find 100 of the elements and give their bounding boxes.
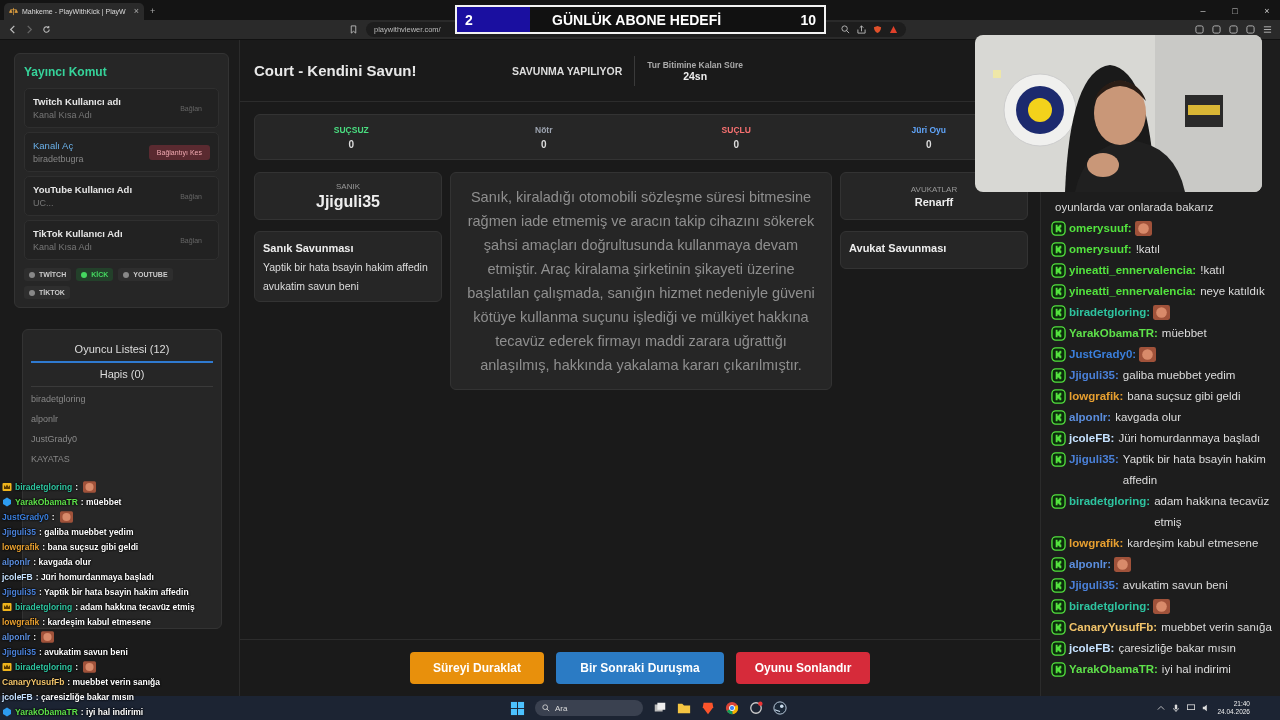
goal-title: GÜNLÜK ABONE HEDEFİ: [551, 11, 723, 28]
shield-icon[interactable]: [873, 25, 882, 34]
defense-statement: Yaptik bir hata bsayin hakim affedin: [263, 262, 429, 273]
chat-text: kardeşim kabul etmesene: [1127, 536, 1260, 551]
action-button[interactable]: Oyunu Sonlandır: [736, 652, 870, 684]
chat-username[interactable]: YarakObamaTR:: [1069, 323, 1158, 344]
chat-text: : Jüri homurdanmaya başladı: [35, 571, 154, 582]
window-control[interactable]: ×: [1254, 2, 1280, 20]
chat-username: alponlr: [2, 556, 31, 567]
chat-username[interactable]: JustGrady0:: [1069, 344, 1137, 365]
player-tab[interactable]: Hapis (0): [31, 363, 213, 387]
chat-username[interactable]: biradetgloring:: [1069, 491, 1151, 512]
folder-icon[interactable]: [677, 701, 691, 715]
chat-username[interactable]: alponlr:: [1069, 554, 1112, 575]
chat-text: : galiba muebbet yedim: [39, 526, 134, 537]
chat-username[interactable]: Jjiguli35:: [1069, 449, 1119, 470]
badge-icon: [1051, 452, 1066, 467]
chat-username: Jjiguli35: [2, 646, 36, 657]
chat-username: biradetgloring: [15, 601, 73, 612]
menu-icon[interactable]: [1263, 25, 1272, 34]
lawyer-name: Renarff: [914, 195, 954, 208]
monitor-icon[interactable]: [1187, 704, 1196, 712]
chat-username[interactable]: YarakObamaTR:: [1069, 659, 1158, 680]
chat-username[interactable]: omerysuuf:: [1069, 239, 1132, 260]
search-field[interactable]: Ara: [535, 700, 643, 716]
badge-icon: [1051, 410, 1066, 425]
badge-icon: [1051, 347, 1066, 362]
close-tab-button[interactable]: ×: [133, 3, 139, 20]
channel-field[interactable]: Kanal Kısa Adı: [33, 110, 133, 120]
share-icon[interactable]: [857, 25, 866, 34]
chat-text: : muebbet verin sanığa: [67, 676, 160, 687]
chat-username[interactable]: yineatti_ennervalencia:: [1069, 260, 1197, 281]
chat-username[interactable]: Jjiguli35:: [1069, 575, 1119, 596]
badge-icon: [1051, 494, 1066, 509]
badge-icon: [1051, 536, 1066, 551]
chat-username[interactable]: yineatti_ennervalencia:: [1069, 281, 1197, 302]
channel-field[interactable]: biradetbugra: [33, 154, 133, 164]
chat-text: :: [51, 511, 55, 522]
chat-text: : müebbet: [80, 496, 122, 507]
search-icon: [542, 704, 550, 712]
badge-icon: [1051, 641, 1066, 656]
steam-icon[interactable]: [773, 701, 787, 715]
page-title: Court - Kendini Savun!: [254, 62, 418, 79]
chat-username[interactable]: lowgrafik:: [1069, 386, 1124, 407]
chat-text: müebbet: [1161, 326, 1208, 341]
timer-value: 24sn: [683, 69, 708, 82]
chat-username[interactable]: lowgrafik:: [1069, 533, 1124, 554]
chat-username: jcoleFB: [2, 571, 33, 582]
reload-icon[interactable]: [42, 25, 51, 34]
timer-label: Tur Bitimine Kalan Süre: [647, 59, 743, 70]
chat-text: : kardeşim kabul etmesene: [42, 616, 151, 627]
badge-icon: [1051, 662, 1066, 677]
chat-text: iyi hal indirimi: [1161, 662, 1232, 677]
task-view-icon[interactable]: [653, 701, 667, 715]
window-control[interactable]: –: [1190, 2, 1216, 20]
app-icon[interactable]: [749, 701, 763, 715]
back-icon[interactable]: [8, 25, 17, 34]
bookmark-icon[interactable]: [349, 25, 358, 34]
lawyers-label: AVUKATLAR: [910, 184, 958, 194]
microphone-icon[interactable]: [1172, 704, 1181, 712]
player-name: JustGrady0: [31, 433, 79, 446]
chat-text: avukatim savun beni: [1122, 578, 1229, 593]
player-tab[interactable]: Oyuncu Listesi (12): [31, 338, 213, 363]
chat-username[interactable]: Jjiguli35:: [1069, 365, 1119, 386]
start-button[interactable]: [510, 700, 525, 716]
triangle-icon[interactable]: [889, 25, 898, 34]
badge-icon: [1051, 578, 1066, 593]
account-label: Twitch Kullanıcı adı: [33, 96, 122, 107]
chat-username[interactable]: jcoleFB:: [1069, 428, 1115, 449]
vote-count: 0: [348, 138, 355, 150]
vote-count: 0: [540, 138, 547, 150]
vote-label: Nötr: [535, 124, 553, 135]
window-control[interactable]: □: [1222, 2, 1248, 20]
chat-text: : adam hakkına tecavüz etmiş: [75, 601, 195, 612]
forward-icon[interactable]: [25, 25, 34, 34]
defense-statement: avukatim savun beni: [263, 280, 360, 291]
badge-icon: [1051, 221, 1066, 236]
chat-username: CanaryYusufFb: [2, 676, 65, 687]
chat-username[interactable]: biradetgloring:: [1069, 596, 1151, 617]
vote-count: 0: [925, 138, 932, 150]
zoom-icon[interactable]: [841, 25, 850, 34]
chat-username: Jjiguli35: [2, 526, 36, 537]
chevron-up-icon[interactable]: [1157, 704, 1166, 712]
vote-label: SUÇSUZ: [333, 124, 369, 135]
lion-browser-icon[interactable]: [701, 701, 715, 715]
action-button[interactable]: Bir Sonraki Duruşma: [556, 652, 724, 684]
chat-text: !katıl: [1135, 242, 1161, 257]
new-tab-button[interactable]: +: [150, 3, 156, 20]
chrome-icon[interactable]: [725, 701, 739, 715]
chat-text: :: [33, 631, 37, 642]
chat-username[interactable]: CanaryYusufFb:: [1069, 617, 1158, 638]
scales-icon: [9, 7, 18, 16]
channel-field[interactable]: UC...: [33, 198, 133, 208]
chat-username[interactable]: alponlr:: [1069, 407, 1112, 428]
channel-field[interactable]: Kanal Kısa Adı: [33, 242, 133, 252]
chat-username[interactable]: omerysuuf:: [1069, 218, 1132, 239]
chat-text: Jüri homurdanmaya başladı: [1118, 431, 1262, 446]
chat-username[interactable]: biradetgloring:: [1069, 302, 1151, 323]
chat-username: lowgrafik: [2, 616, 40, 627]
chat-username[interactable]: jcoleFB:: [1069, 638, 1115, 659]
